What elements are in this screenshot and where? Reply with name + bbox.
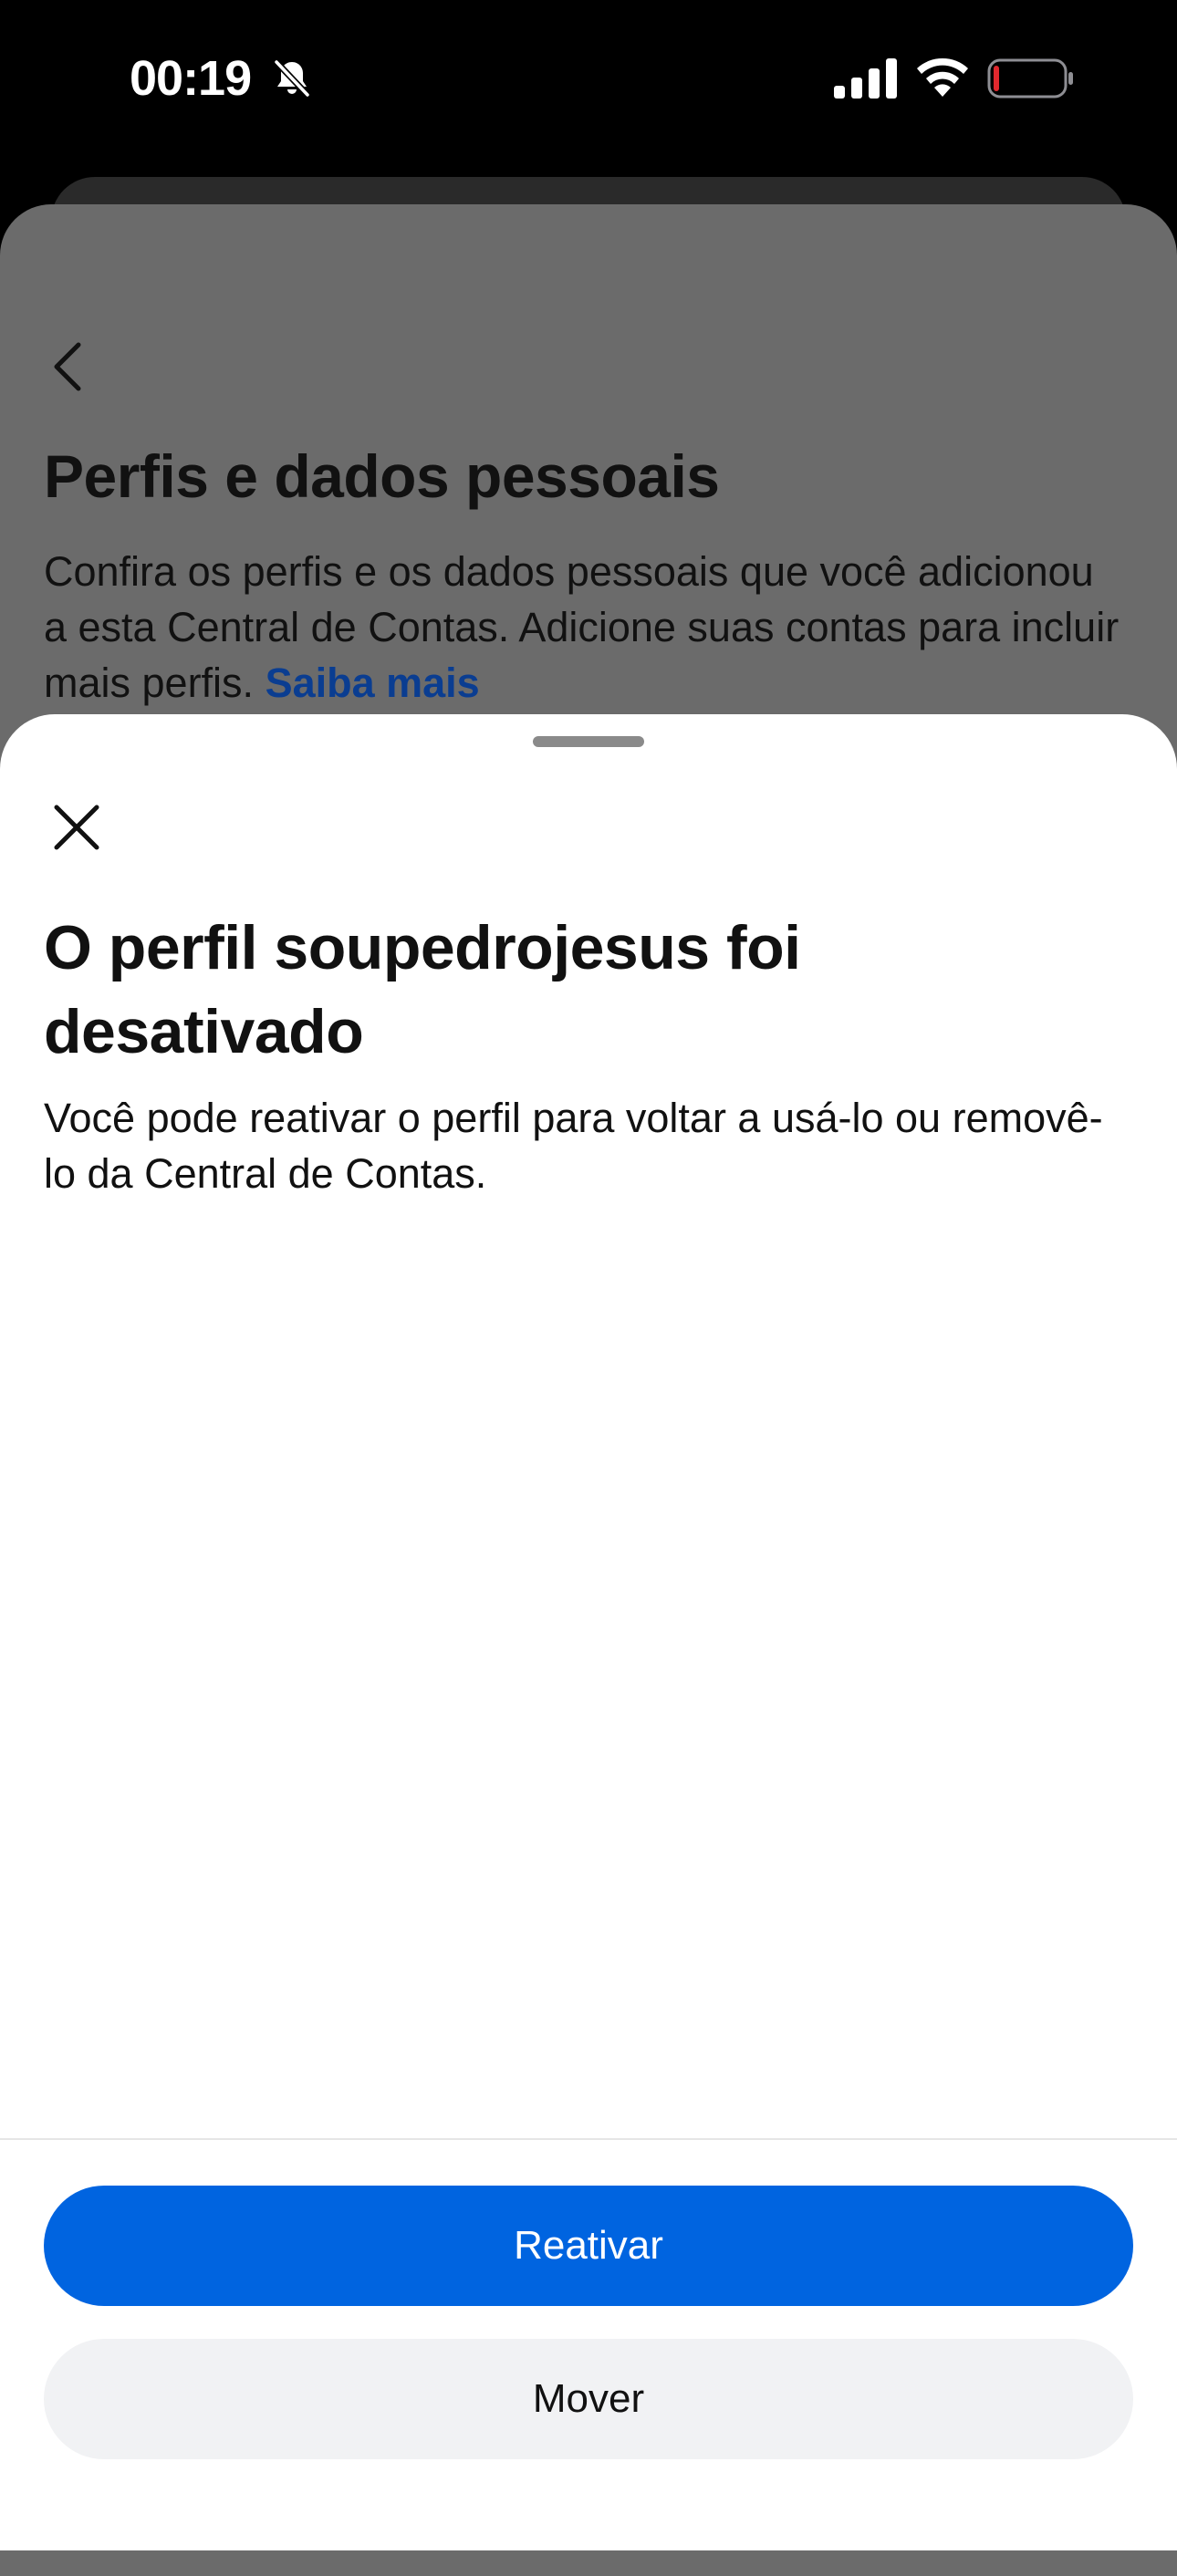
divider [0,2138,1177,2140]
status-time: 00:19 [130,51,252,106]
bell-slash-icon [273,58,311,99]
sheet-title: O perfil soupedrojesus foi desativado [44,913,801,1066]
learn-more-link[interactable]: Saiba mais [266,660,480,706]
sheet-description: Você pode reativar o perfil para voltar … [44,1095,1103,1197]
move-button[interactable]: Mover [44,2339,1133,2459]
page-description: Confira os perfis e os dados pessoais qu… [44,544,1120,711]
page-description-text: Confira os perfis e os dados pessoais qu… [44,548,1120,706]
chevron-left-icon[interactable] [46,338,91,396]
reactivate-button[interactable]: Reativar [44,2186,1133,2306]
battery-icon [987,58,1073,99]
cellular-signal-icon [834,58,897,99]
close-icon[interactable] [51,802,102,853]
bottom-sheet: O perfil soupedrojesus foi desativado Vo… [0,714,1177,2550]
wifi-icon [917,57,968,97]
page-title: Perfis e dados pessoais [44,442,720,510]
drag-handle[interactable] [533,736,644,747]
status-bar: 00:19 [0,0,1177,160]
